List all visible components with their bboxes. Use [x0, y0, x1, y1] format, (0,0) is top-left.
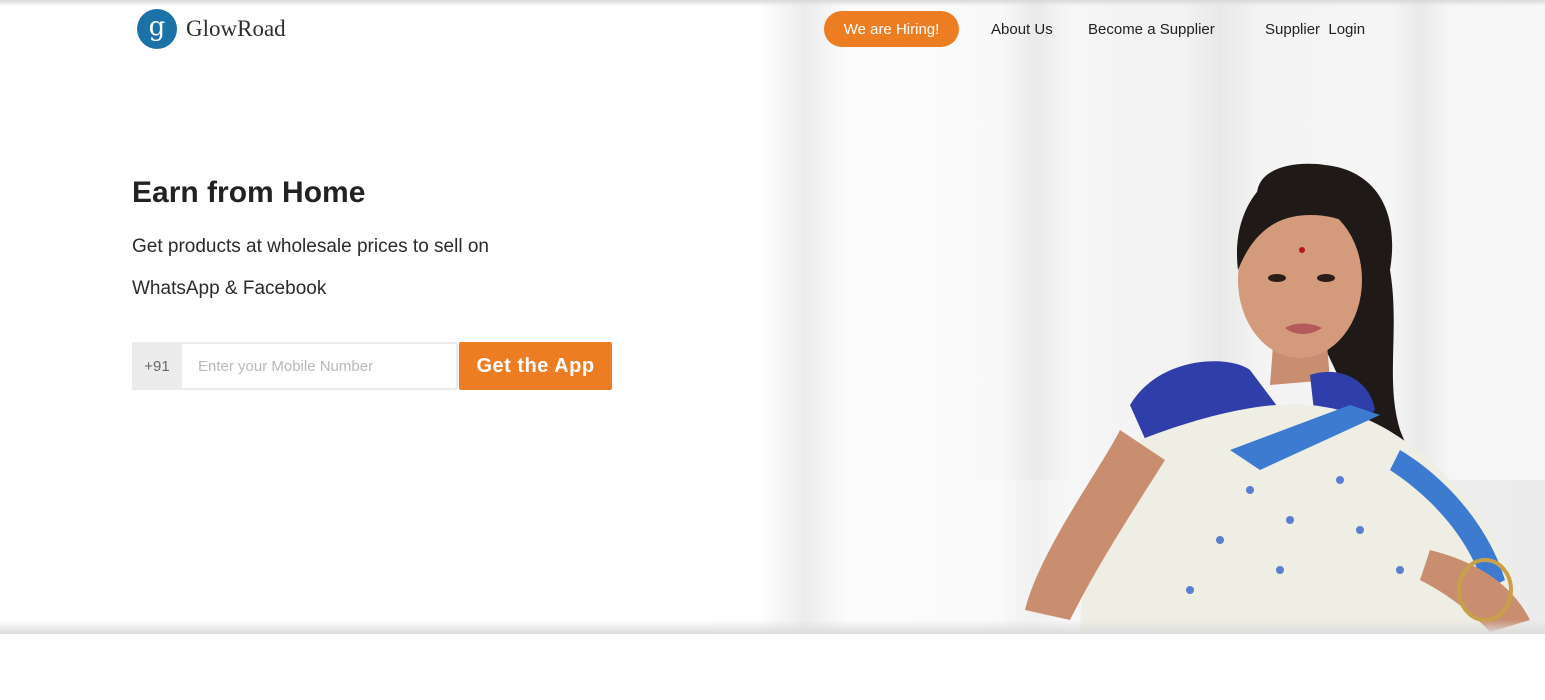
- hero-divider: [0, 620, 1545, 634]
- country-code: +91: [132, 342, 182, 390]
- hero-subtitle-line1: Get products at wholesale prices to sell…: [132, 236, 489, 257]
- mobile-number-input[interactable]: [182, 342, 458, 390]
- hiring-button[interactable]: We are Hiring!: [824, 11, 959, 47]
- top-shadow: [0, 0, 1545, 6]
- hero-title: Earn from Home: [132, 176, 366, 209]
- page: g GlowRoad We are Hiring! About Us Becom…: [0, 0, 1545, 700]
- hero-subtitle-line2: WhatsApp & Facebook: [132, 278, 327, 299]
- nav-supplier-login[interactable]: Supplier Login: [1265, 21, 1365, 38]
- curtain-fold: [760, 0, 850, 632]
- nav-become-supplier[interactable]: Become a Supplier: [1088, 21, 1215, 38]
- hero-banner: [0, 0, 1545, 632]
- get-the-app-button[interactable]: Get the App: [459, 342, 612, 390]
- download-form: +91 Get the App: [132, 342, 612, 390]
- brand-logo-link[interactable]: g GlowRoad: [137, 9, 286, 49]
- brand-name: GlowRoad: [186, 16, 286, 41]
- nav-about-us[interactable]: About Us: [991, 21, 1053, 38]
- hero-woman-image: [930, 163, 1545, 632]
- glowroad-logo-icon: g: [137, 9, 177, 49]
